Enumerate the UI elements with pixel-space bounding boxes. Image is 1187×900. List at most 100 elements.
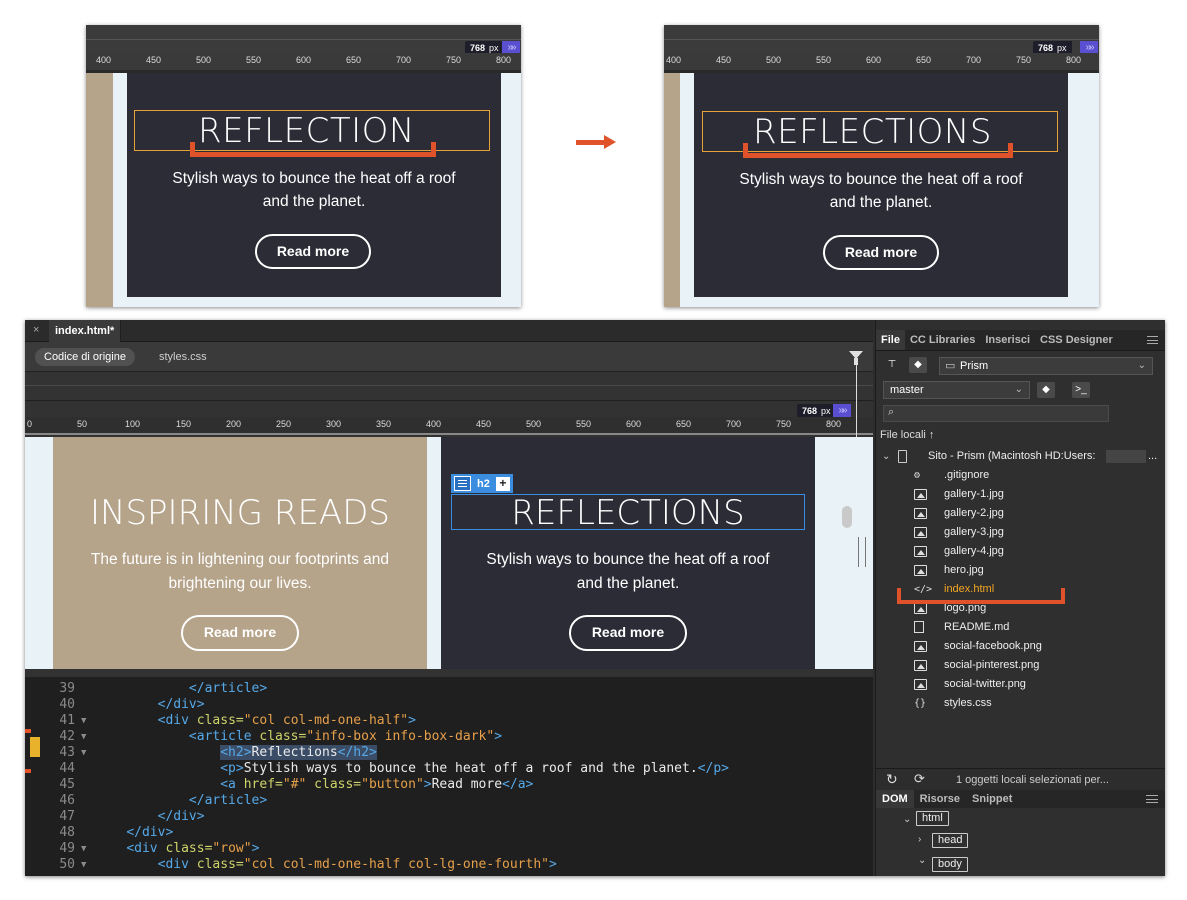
- image-icon: [914, 565, 927, 576]
- chevron-down-icon[interactable]: ⌄: [903, 814, 911, 825]
- code-text: </article>: [188, 793, 268, 808]
- search-icon: ⌕: [888, 406, 895, 418]
- terminal-icon[interactable]: >_: [1072, 382, 1090, 398]
- site-root-label: Sito - Prism (Macintosh HD:Users:: [928, 450, 1096, 462]
- reflections-title[interactable]: REFLECTIONS: [441, 493, 815, 533]
- panel-menu-icon[interactable]: [1146, 795, 1158, 803]
- read-more-button[interactable]: Read more: [823, 235, 939, 270]
- chevron-down-icon: ⌄: [882, 451, 891, 462]
- ruler-tick: 700: [396, 55, 412, 65]
- styles-css-link[interactable]: styles.css: [159, 348, 207, 366]
- ruler-tick: 450: [716, 55, 732, 65]
- folder-icon: ▭: [945, 360, 956, 372]
- class-value: col col-md-one-half: [251, 713, 401, 728]
- fold-icon[interactable]: ▼: [81, 857, 86, 873]
- fold-icon[interactable]: ▼: [81, 745, 86, 761]
- ruler-tick: 800: [1066, 55, 1082, 65]
- dom-node-body[interactable]: body: [932, 857, 968, 872]
- file-name: README.md: [944, 621, 1010, 633]
- subtitle-line: Stylish ways to bounce the heat off a ro…: [172, 170, 456, 187]
- tab-dom[interactable]: DOM: [876, 790, 914, 808]
- inspiring-reads-title: INSPIRING READS: [90, 493, 390, 533]
- tab-css-designer[interactable]: CSS Designer: [1035, 330, 1118, 350]
- line-number: 40: [59, 697, 75, 712]
- ruler: 0 50 100 150 200 250 300 350 400 450 500…: [25, 417, 873, 435]
- site-select[interactable]: ▭ Prism ⌄: [939, 357, 1153, 375]
- after-screenshot: 768 px »» 400 450 500 550 600 650 700 750…: [664, 25, 1099, 307]
- fold-icon[interactable]: ▼: [81, 729, 86, 745]
- chevron-right-icon[interactable]: ›: [918, 834, 921, 845]
- sync-icon[interactable]: ⟳: [914, 771, 925, 787]
- tab-inserisci[interactable]: Inserisci: [980, 330, 1035, 350]
- line-number: 48: [59, 825, 75, 840]
- git-branch-icon[interactable]: ◆: [1037, 382, 1055, 398]
- file-search-input[interactable]: ⌕: [883, 405, 1109, 422]
- code-text: <div class="col col-md-one-half col-lg-o…: [157, 857, 557, 872]
- ruler-tick: 600: [296, 55, 312, 65]
- code-text: <p>Stylish ways to bounce the heat off a…: [220, 761, 729, 776]
- close-icon[interactable]: ×: [33, 324, 39, 336]
- chevrons-icon[interactable]: »»: [833, 404, 851, 418]
- fold-icon[interactable]: ▼: [81, 713, 86, 729]
- device-icon: [898, 450, 907, 463]
- document-tab-bar: × index.html*: [25, 320, 873, 342]
- git-icon[interactable]: ◆: [909, 357, 927, 373]
- ruler-tick: 50: [77, 419, 88, 429]
- status-text: 1 oggetti locali selezionati per...: [956, 774, 1109, 786]
- scrollbar-thumb[interactable]: [842, 506, 852, 528]
- tab-snippet[interactable]: Snippet: [966, 790, 1018, 808]
- image-icon: [914, 508, 927, 519]
- element-display-badge[interactable]: h2 +: [451, 474, 513, 493]
- refresh-icon[interactable]: ↻: [886, 771, 898, 788]
- source-code-button[interactable]: Codice di origine: [35, 348, 135, 366]
- image-icon: [914, 679, 927, 690]
- tab-file[interactable]: File: [876, 330, 905, 350]
- dom-node-head[interactable]: head: [932, 833, 969, 848]
- ruler-tick: 450: [146, 55, 162, 65]
- tab-index-html[interactable]: index.html*: [49, 320, 122, 342]
- local-files-header[interactable]: File locali ↑: [880, 429, 934, 441]
- code-view[interactable]: 39 </article> 40 </div> 41 ▼ <div class="…: [25, 677, 873, 876]
- line-number: 43: [59, 745, 75, 760]
- code-icon: </>: [914, 584, 933, 595]
- ruler-tick: 400: [666, 55, 682, 65]
- ruler-tick: 550: [576, 419, 592, 429]
- dom-node-html[interactable]: html: [916, 811, 949, 826]
- dom-panel-tabs: DOM Risorse Snippet: [876, 790, 1165, 808]
- box-title: REFLECTIONS: [753, 112, 992, 152]
- left-read-more-button[interactable]: Read more: [181, 615, 299, 651]
- subtitle-line: and the planet.: [829, 194, 933, 211]
- ruler-tick: 300: [326, 419, 342, 429]
- server-icon[interactable]: ⊤: [883, 357, 901, 373]
- ruler-tick: 700: [966, 55, 982, 65]
- file-name: styles.css: [944, 697, 992, 709]
- image-icon: [914, 603, 927, 614]
- panel-menu-icon[interactable]: [1147, 336, 1158, 344]
- right-read-more-button[interactable]: Read more: [569, 615, 687, 651]
- fold-icon[interactable]: ▼: [81, 841, 86, 857]
- splitter-grip[interactable]: [858, 537, 866, 567]
- read-more-button[interactable]: Read more: [255, 234, 371, 269]
- tab-risorse[interactable]: Risorse: [914, 790, 966, 808]
- branch-select[interactable]: master ⌄: [883, 381, 1030, 399]
- format-menu-icon[interactable]: [454, 476, 471, 491]
- add-class-button[interactable]: +: [495, 476, 510, 491]
- box-subtitle: Stylish ways to bounce the heat off a ro…: [127, 167, 501, 213]
- panel-status-bar: ↻ ⟳ 1 oggetti locali selezionati per...: [876, 768, 1165, 792]
- ruler-tick: 700: [726, 419, 742, 429]
- code-text: </div>: [157, 809, 205, 824]
- ruler-tick: 0: [27, 419, 33, 429]
- file-name: social-facebook.png: [944, 640, 1042, 652]
- ruler-tick: 550: [816, 55, 832, 65]
- line-number: 41: [59, 713, 75, 728]
- gear-doc-icon: ⚙: [914, 470, 921, 481]
- tab-cc-libraries[interactable]: CC Libraries: [905, 330, 980, 350]
- beige-column: [86, 73, 113, 307]
- subtitle-line: Stylish ways to bounce the heat off a ro…: [486, 551, 770, 568]
- image-icon: [914, 527, 927, 538]
- chevron-down-icon[interactable]: ⌄: [918, 855, 926, 866]
- subtitle-line: Stylish ways to bounce the heat off a ro…: [739, 171, 1023, 188]
- filter-icon[interactable]: [849, 351, 863, 365]
- highlight-bracket: [897, 588, 1065, 604]
- h2-text: Reflections: [251, 745, 338, 760]
